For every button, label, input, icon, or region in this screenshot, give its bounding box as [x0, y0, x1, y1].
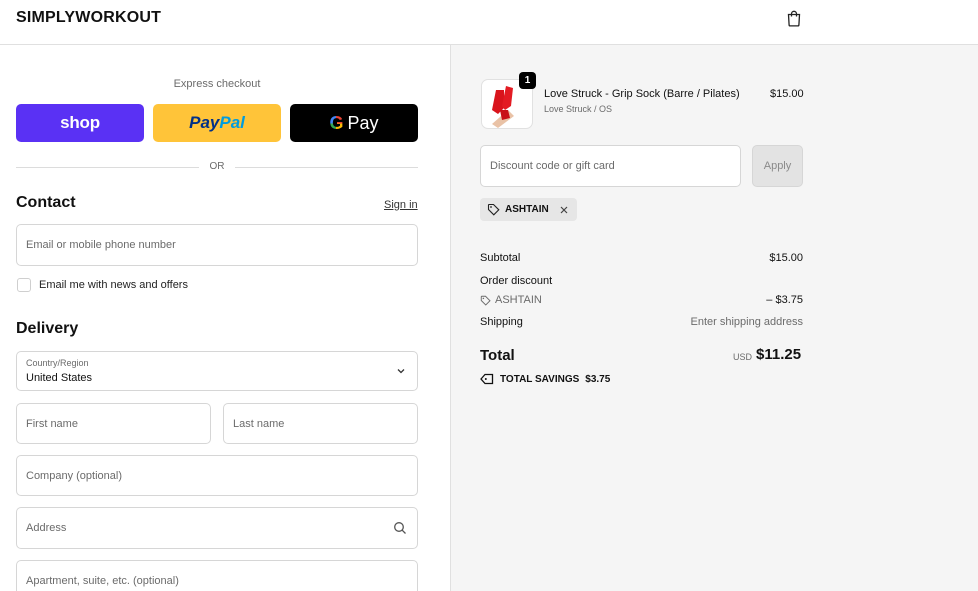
- discount-code-label: ASHTAIN: [495, 294, 542, 306]
- subtotal-value: $15.00: [769, 252, 803, 264]
- address-field[interactable]: Address: [16, 507, 418, 549]
- apartment-field[interactable]: Apartment, suite, etc. (optional): [16, 560, 418, 591]
- discount-code-field[interactable]: Discount code or gift card: [480, 145, 741, 187]
- apply-button[interactable]: Apply: [752, 145, 803, 187]
- news-checkbox-label: Email me with news and offers: [39, 279, 188, 291]
- discount-chip-label: ASHTAIN: [505, 204, 549, 215]
- subtotal-label: Subtotal: [480, 252, 521, 264]
- shop-pay-button[interactable]: shop: [16, 104, 144, 142]
- shop-pay-label: shop: [60, 113, 100, 132]
- product-variant: Love Struck / OS: [544, 104, 613, 114]
- paypal-label-part2: Pal: [219, 113, 245, 132]
- google-g-icon: G: [329, 112, 344, 133]
- shipping-row: Shipping Enter shipping address: [480, 316, 803, 328]
- shipping-value: Enter shipping address: [690, 316, 803, 328]
- subtotal-row: Subtotal $15.00: [480, 252, 803, 264]
- tag-icon: [487, 203, 500, 216]
- last-name-field[interactable]: Last name: [223, 403, 418, 444]
- savings-value: $3.75: [585, 373, 611, 385]
- product-price: $15.00: [770, 88, 804, 100]
- total-currency: USD: [733, 352, 753, 362]
- first-name-field[interactable]: First name: [16, 403, 211, 444]
- search-icon: [394, 522, 406, 534]
- company-placeholder: Company (optional): [26, 469, 122, 482]
- sign-in-link[interactable]: Sign in: [384, 199, 418, 211]
- google-pay-button[interactable]: G Pay: [290, 104, 418, 142]
- news-checkbox[interactable]: [17, 278, 31, 292]
- discount-value: – $3.75: [766, 294, 803, 306]
- remove-discount-icon[interactable]: [559, 205, 569, 215]
- savings-label: TOTAL SAVINGS: [500, 373, 580, 385]
- quantity-badge: 1: [519, 72, 536, 89]
- shipping-label: Shipping: [480, 316, 523, 328]
- country-select[interactable]: Country/Region United States: [16, 351, 418, 391]
- delivery-title: Delivery: [16, 320, 79, 337]
- paypal-label-part1: Pay: [189, 113, 220, 132]
- total-label: Total: [480, 347, 515, 364]
- google-pay-label: Pay: [347, 112, 379, 133]
- header: SIMPLYWORKOUT: [0, 0, 978, 45]
- total-value: $11.25: [756, 346, 802, 363]
- country-label: Country/Region: [26, 358, 89, 368]
- product-name: Love Struck - Grip Sock (Barre / Pilates…: [544, 88, 740, 100]
- discount-code-row: ASHTAIN – $3.75: [480, 294, 803, 309]
- last-name-placeholder: Last name: [233, 417, 285, 430]
- discount-placeholder: Discount code or gift card: [490, 160, 615, 172]
- shopping-bag-icon[interactable]: [785, 9, 803, 27]
- order-discount-label: Order discount: [480, 275, 553, 287]
- contact-title: Contact: [16, 194, 76, 211]
- email-placeholder: Email or mobile phone number: [26, 239, 176, 251]
- country-value: United States: [26, 372, 93, 384]
- first-name-placeholder: First name: [26, 417, 78, 430]
- savings-tag-icon: [480, 373, 494, 385]
- express-checkout-title: Express checkout: [173, 78, 261, 90]
- apartment-placeholder: Apartment, suite, etc. (optional): [26, 575, 179, 587]
- chevron-down-icon: [397, 369, 405, 374]
- or-label: OR: [209, 161, 225, 172]
- store-logo[interactable]: SIMPLYWORKOUT: [16, 9, 161, 27]
- applied-discount-chip: ASHTAIN: [480, 198, 577, 221]
- total-savings: TOTAL SAVINGS $3.75: [480, 373, 610, 385]
- tag-icon: [480, 295, 491, 306]
- or-divider: OR: [16, 160, 418, 174]
- order-discount-row: Order discount: [480, 275, 803, 287]
- company-field[interactable]: Company (optional): [16, 455, 418, 496]
- address-placeholder: Address: [26, 522, 67, 534]
- paypal-button[interactable]: Pay Pal: [153, 104, 281, 142]
- email-field[interactable]: Email or mobile phone number: [16, 224, 418, 266]
